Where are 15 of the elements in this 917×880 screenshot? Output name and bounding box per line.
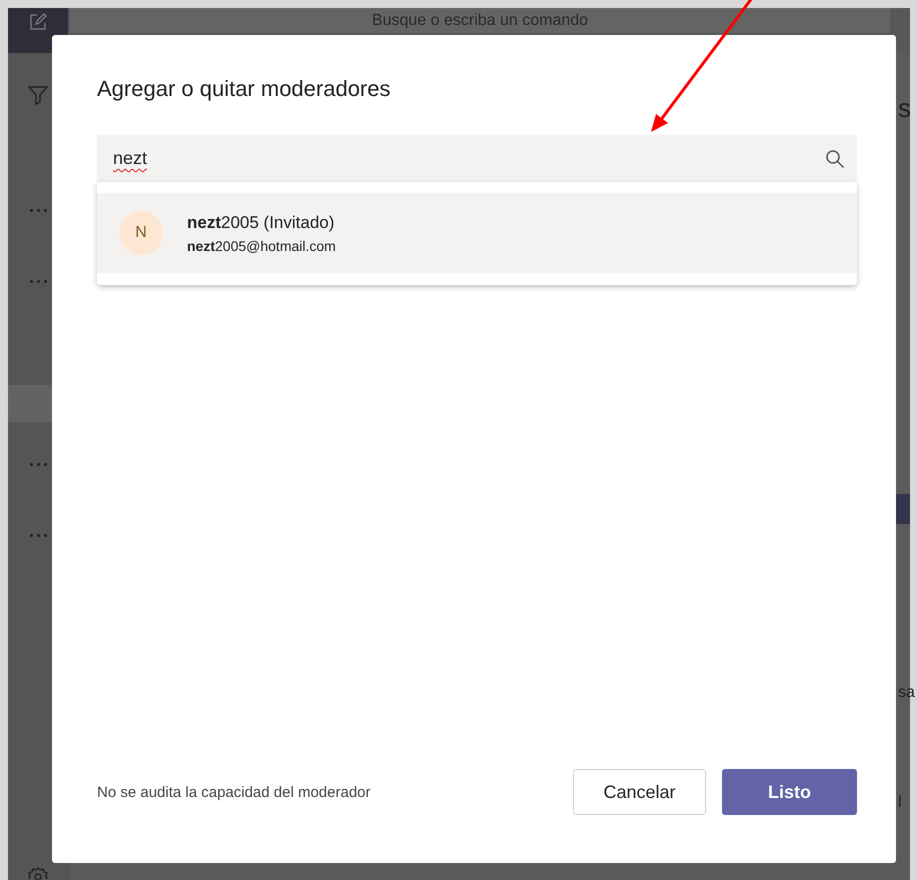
background-text: s — [898, 93, 911, 124]
person-email: nezt2005@hotmail.com — [187, 238, 336, 254]
background-text: l — [898, 794, 902, 812]
cancel-button[interactable]: Cancelar — [573, 769, 706, 815]
compose-icon[interactable] — [28, 12, 48, 32]
note-text: No se audita la capacidad del moderador — [97, 784, 371, 800]
filter-icon[interactable] — [27, 84, 49, 106]
avatar: N — [119, 211, 163, 255]
settings-icon[interactable] — [27, 866, 49, 880]
search-field[interactable]: nezt — [97, 135, 857, 182]
search-icon — [825, 148, 845, 168]
suggestion-item[interactable]: N nezt2005 (Invitado) nezt2005@hotmail.com — [97, 193, 857, 273]
person-name: nezt2005 (Invitado) — [187, 212, 336, 234]
dialog-title: Agregar o quitar moderadores — [97, 75, 392, 103]
done-button[interactable]: Listo — [722, 769, 857, 815]
